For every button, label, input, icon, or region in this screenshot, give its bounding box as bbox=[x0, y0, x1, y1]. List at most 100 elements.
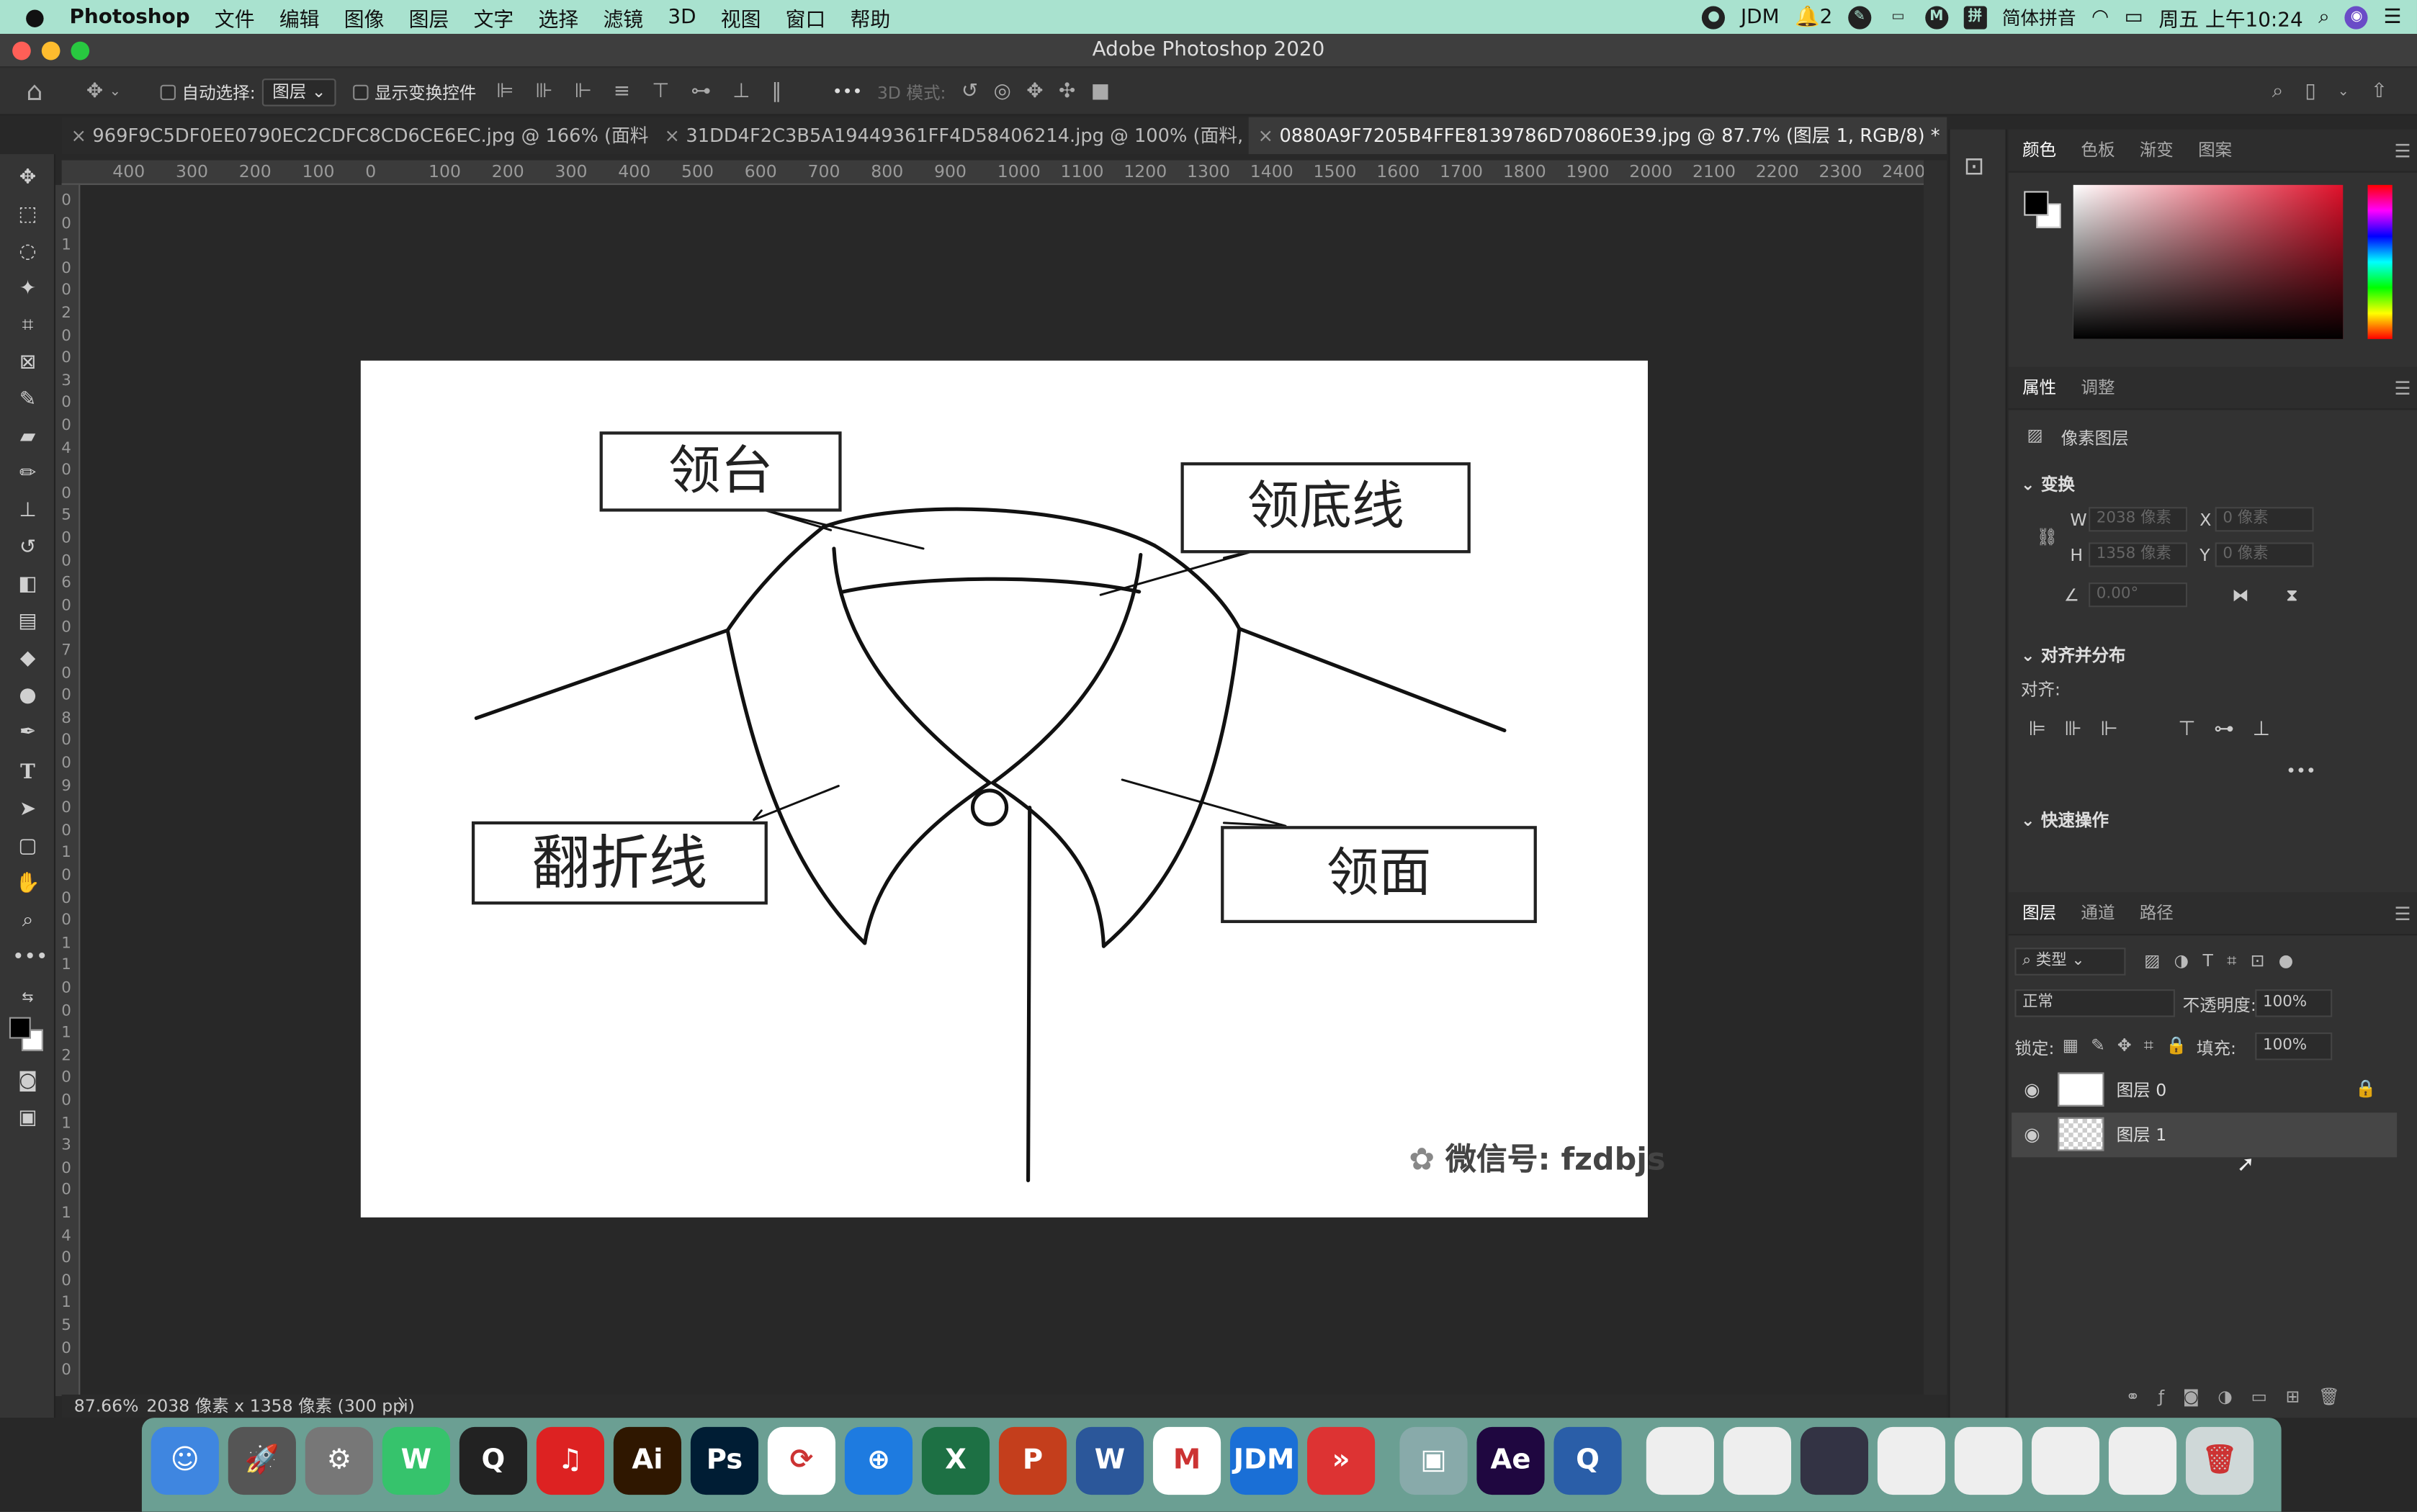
tab-channels[interactable]: 通道 bbox=[2081, 892, 2115, 935]
link-dimensions-icon[interactable]: ⛓ bbox=[2036, 527, 2058, 547]
eraser-tool-icon[interactable]: ◧ bbox=[12, 570, 43, 601]
align-left-edges-icon[interactable]: ⊫ bbox=[496, 80, 514, 103]
dock-app-remote[interactable]: » bbox=[1306, 1426, 1376, 1495]
align-horizontal-centers-icon[interactable]: ⊪ bbox=[535, 80, 552, 103]
history-panel-icon[interactable]: ⊡ bbox=[1964, 151, 1985, 181]
layer-name[interactable]: 图层 1 bbox=[2117, 1112, 2167, 1157]
quick-mask-icon[interactable]: ◙ bbox=[12, 1066, 43, 1097]
display-icon[interactable]: ▭ bbox=[1886, 5, 1909, 28]
menu-3d[interactable]: 3D bbox=[655, 5, 708, 28]
close-window-button[interactable] bbox=[12, 41, 31, 60]
layer-row-1[interactable]: ◉ 图层 1 bbox=[2012, 1112, 2398, 1158]
align-vertical-centers-icon[interactable]: ⊶ bbox=[691, 80, 711, 103]
dock-app-mail-master[interactable]: M bbox=[1152, 1426, 1221, 1495]
dock-app-launchpad[interactable]: 🚀 bbox=[228, 1426, 296, 1495]
menu-filter[interactable]: 滤镜 bbox=[591, 2, 655, 32]
dock-app-powerpoint[interactable]: P bbox=[998, 1426, 1067, 1495]
y-field[interactable]: 0 像素 bbox=[2215, 542, 2314, 567]
dock-app-qq[interactable]: Q bbox=[459, 1426, 527, 1495]
opacity-field[interactable]: 100% bbox=[2255, 989, 2333, 1017]
menu-image[interactable]: 图像 bbox=[332, 2, 397, 32]
document-info[interactable]: 2038 像素 x 1358 像素 (300 ppi) bbox=[146, 1395, 415, 1418]
dock-app-netease-music[interactable]: ♫ bbox=[536, 1426, 604, 1495]
hand-tool-icon[interactable]: ✋ bbox=[12, 869, 43, 900]
wifi-icon[interactable]: ◠ bbox=[2091, 5, 2109, 28]
panel-menu-icon[interactable]: ☰ bbox=[2394, 892, 2411, 935]
healing-brush-tool-icon[interactable]: ▰ bbox=[12, 422, 43, 453]
tab-swatches[interactable]: 色板 bbox=[2081, 130, 2115, 173]
visibility-eye-icon[interactable]: ◉ bbox=[2024, 1079, 2040, 1100]
home-icon[interactable]: ⌂ bbox=[26, 68, 42, 115]
document-info-arrow-icon[interactable]: 〉 bbox=[398, 1395, 415, 1418]
angle-field[interactable]: 0.00° bbox=[2089, 582, 2188, 608]
brush-tool-icon[interactable]: ✏ bbox=[12, 459, 43, 490]
dock-app-doc7[interactable] bbox=[2108, 1426, 2177, 1495]
flip-vertical-icon[interactable]: ⧗ bbox=[2286, 585, 2298, 607]
edit-toolbar-icon[interactable]: ••• bbox=[12, 943, 48, 974]
dock-app-after-effects[interactable]: Ae bbox=[1476, 1426, 1545, 1495]
eyedropper-tool-icon[interactable]: ✎ bbox=[12, 385, 43, 416]
ime-label[interactable]: 简体拼音 bbox=[2002, 4, 2076, 30]
auto-select-checkbox[interactable] bbox=[160, 84, 176, 100]
marquee-tool-icon[interactable]: ⬚ bbox=[12, 200, 43, 231]
menu-file[interactable]: 文件 bbox=[202, 2, 267, 32]
dock-app-quicktime[interactable]: Q bbox=[1553, 1426, 1622, 1495]
tab-adjustments[interactable]: 调整 bbox=[2081, 366, 2115, 410]
dock-app-wechat[interactable]: W bbox=[382, 1426, 450, 1495]
zoom-level[interactable]: 87.66% bbox=[74, 1395, 139, 1418]
gradient-tool-icon[interactable]: ▤ bbox=[12, 607, 43, 638]
menu-view[interactable]: 视图 bbox=[709, 2, 773, 32]
move-tool-preset[interactable]: ✥ ⌄ bbox=[86, 68, 121, 115]
siri-icon[interactable]: ◉ bbox=[2345, 5, 2369, 29]
dock-app-word[interactable]: W bbox=[1075, 1426, 1144, 1495]
x-field[interactable]: 0 像素 bbox=[2215, 507, 2314, 532]
tab-document-2[interactable]: × 31DD4F2C3B5A19449361FF4D58406214.jpg @… bbox=[655, 117, 1248, 154]
panel-menu-icon[interactable]: ☰ bbox=[2394, 366, 2411, 410]
apple-icon[interactable]: ● bbox=[0, 3, 57, 31]
tab-gradients[interactable]: 渐变 bbox=[2140, 130, 2174, 173]
align-more-button[interactable]: ••• bbox=[2286, 761, 2316, 781]
pen-tool-icon[interactable]: ✒ bbox=[12, 718, 43, 749]
dock-app-illustrator[interactable]: Ai bbox=[613, 1426, 682, 1495]
menu-window[interactable]: 窗口 bbox=[773, 2, 838, 32]
dock-app-doc6[interactable] bbox=[2031, 1426, 2100, 1495]
screen-mode-icon[interactable]: ▣ bbox=[12, 1103, 43, 1134]
dock-app-excel[interactable]: X bbox=[921, 1426, 990, 1495]
menu-help[interactable]: 帮助 bbox=[838, 2, 902, 32]
tab-paths[interactable]: 路径 bbox=[2140, 892, 2174, 935]
notification-center-icon[interactable]: ☰ bbox=[2384, 5, 2402, 28]
menu-select[interactable]: 选择 bbox=[526, 2, 591, 32]
dock-app-jdm[interactable]: JDM bbox=[1229, 1426, 1299, 1495]
clone-stamp-tool-icon[interactable]: ⊥ bbox=[12, 496, 43, 527]
width-field[interactable]: 2038 像素 bbox=[2089, 507, 2188, 532]
search-icon[interactable]: ⌕ bbox=[2318, 5, 2330, 28]
vertical-ruler[interactable]: 0 0 1 0 0 2 0 0 3 0 0 4 0 0 5 0 0 6 0 0 7 0 0 8 0 0 9 0 0 1 0 0 0 1 1 0 0 1 2 0… bbox=[55, 184, 81, 1397]
close-tab-icon[interactable]: × bbox=[71, 117, 86, 154]
panel-menu-icon[interactable]: ☰ bbox=[2394, 130, 2411, 173]
battery-icon[interactable]: ▭ bbox=[2125, 5, 2143, 28]
magic-wand-tool-icon[interactable]: ✦ bbox=[12, 274, 43, 305]
show-transform-checkbox[interactable] bbox=[353, 84, 369, 100]
more-options-button[interactable]: ••• bbox=[833, 68, 863, 115]
horizontal-ruler[interactable]: 400 300 200 100 0 100 200 300 400 500 600 700 800 900… bbox=[61, 160, 1925, 185]
record-icon[interactable]: ● bbox=[1702, 5, 1726, 29]
zoom-tool-icon[interactable]: ⌕ bbox=[12, 906, 43, 937]
feather-icon[interactable]: ✎ bbox=[1847, 5, 1871, 29]
quick-actions-section-header[interactable]: ⌄ 快速操作 bbox=[2021, 808, 2109, 832]
tab-document-1[interactable]: × 969F9C5DF0EE0790EC2CDFC8CD6CE6EC.jpg @… bbox=[62, 117, 650, 154]
menu-app-name[interactable]: Photoshop bbox=[57, 5, 202, 28]
search-icon[interactable]: ⌕ bbox=[2272, 80, 2284, 103]
blur-tool-icon[interactable]: ◆ bbox=[12, 644, 43, 675]
workspace-icon[interactable]: ▯ bbox=[2305, 80, 2315, 103]
close-tab-icon[interactable]: × bbox=[664, 117, 680, 154]
3d-roll-icon[interactable]: ◎ bbox=[994, 80, 1011, 103]
align-top-edges-icon[interactable]: ⊤ bbox=[652, 80, 669, 103]
transform-section-header[interactable]: ⌄ 变换 bbox=[2021, 472, 2075, 496]
flip-horizontal-icon[interactable]: ⧓ bbox=[2232, 585, 2249, 606]
tab-properties[interactable]: 属性 bbox=[2022, 366, 2056, 410]
crop-tool-icon[interactable]: ⌗ bbox=[12, 311, 43, 342]
3d-pan-icon[interactable]: ✥ bbox=[1026, 80, 1043, 103]
lock-icons[interactable]: ▦✎✥⌗🔒 bbox=[2063, 1035, 2199, 1057]
dock-app-trash[interactable]: 🗑 bbox=[2185, 1426, 2254, 1495]
canvas-vertical-scrollbar[interactable] bbox=[1924, 160, 1947, 1397]
